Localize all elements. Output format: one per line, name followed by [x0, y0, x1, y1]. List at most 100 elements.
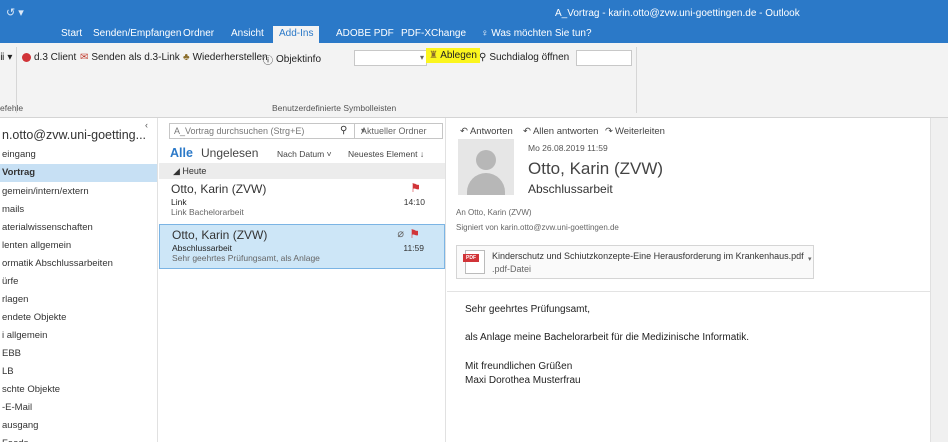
filter-unread[interactable]: Ungelesen — [201, 146, 258, 160]
reading-subject: Abschlussarbeit — [528, 182, 613, 196]
mail-search-input[interactable]: A_Vortrag durchsuchen (Strg+E) ⚲ — [169, 123, 355, 139]
pdf-file-icon: PDF — [463, 250, 485, 274]
d3-icon — [22, 53, 31, 62]
reading-pane: ↶ Antworten ↶ Allen antworten ↷ Weiterle… — [447, 118, 930, 442]
ribbon: ⅱ ▾ d.3 Client ✉ Senden als d.3-Link ♣ W… — [0, 43, 948, 118]
tab-send-receive[interactable]: Senden/Empfangen — [87, 26, 187, 43]
chevron-down-icon[interactable]: ▾ — [808, 255, 812, 263]
body-closing: Mit freundlichen Grüßen — [465, 361, 573, 372]
reply-icon: ↶ — [460, 126, 468, 137]
ribbon-tab-bar: Start Senden/Empfangen Ordner Ansicht Ad… — [0, 26, 948, 43]
folder-item[interactable]: ormatik Abschlussarbeiten — [2, 258, 113, 269]
ribbon-group-label-left: efehle — [0, 103, 24, 113]
message-subject: Abschlussarbeit — [172, 243, 233, 253]
folder-item[interactable]: lenten allgemein — [2, 240, 71, 251]
folder-item[interactable]: ausgang — [2, 420, 38, 431]
folder-item[interactable]: LB — [2, 366, 14, 377]
scrollbar[interactable] — [930, 118, 948, 442]
folder-item[interactable]: -E-Mail — [2, 402, 32, 413]
forward-button[interactable]: ↷ Weiterleiten — [605, 126, 665, 137]
message-list-pane: A_Vortrag durchsuchen (Strg+E) ⚲ Aktuell… — [159, 118, 446, 442]
paperclip-icon: ⌀ — [397, 228, 404, 240]
folder-item[interactable]: mails — [2, 204, 24, 215]
ablegen-label: Ablegen — [440, 50, 477, 61]
message-row-selected[interactable]: Otto, Karin (ZVW) ⌀ ⚑ Abschlussarbeit 11… — [159, 224, 445, 269]
folder-item[interactable]: i allgemein — [2, 330, 47, 341]
message-date: Mo 26.08.2019 11:59 — [528, 143, 608, 153]
send-d3-link-label: Senden als d.3-Link — [91, 52, 180, 63]
reply-label: Antworten — [469, 126, 513, 137]
search-icon[interactable]: ⚲ — [340, 125, 347, 136]
folder-item[interactable]: gemein/intern/extern — [2, 186, 89, 197]
search-dialog-button[interactable]: ⚲ Suchdialog öffnen — [479, 52, 569, 63]
flag-icon[interactable]: ⚑ — [410, 181, 421, 195]
pdf-badge: PDF — [463, 254, 479, 262]
search-scope-select[interactable]: Aktueller Ordner ▾ — [355, 123, 443, 139]
message-row[interactable]: Otto, Karin (ZVW) ⚑ Link 14:10 Link Bach… — [159, 179, 445, 224]
forward-label: Weiterleiten — [614, 126, 665, 137]
body-text: als Anlage meine Bachelorarbeit für die … — [465, 332, 750, 343]
folder-item[interactable]: endete Objekte — [2, 312, 66, 323]
reply-button[interactable]: ↶ Antworten — [460, 126, 513, 137]
filter-all[interactable]: Alle — [170, 146, 193, 160]
folder-item[interactable]: Feeds — [2, 438, 28, 442]
forward-icon: ↷ — [605, 126, 613, 137]
group-header-label: ◢ Heute — [173, 166, 207, 176]
ablegen-button[interactable]: ♜ Ablegen — [426, 48, 480, 63]
tab-add-ins[interactable]: Add-Ins — [273, 26, 320, 43]
send-link-icon: ✉ — [80, 52, 89, 63]
search-placeholder: A_Vortrag durchsuchen (Strg+E) — [174, 126, 305, 136]
send-d3-link-button[interactable]: ✉ Senden als d.3-Link — [80, 52, 180, 63]
folder-item[interactable]: schte Objekte — [2, 384, 60, 395]
body-greeting: Sehr geehrtes Prüfungsamt, — [465, 304, 591, 315]
chevron-down-icon: ▾ — [361, 126, 366, 135]
message-time: 11:59 — [403, 243, 424, 253]
sort-order[interactable]: Neuestes Element ↓ — [348, 149, 424, 159]
quick-access-toolbar[interactable]: ↺ ▾ — [6, 6, 24, 19]
ribbon-search-field[interactable] — [576, 50, 632, 66]
folder-item[interactable]: ürfe — [2, 276, 18, 287]
message-time: 14:10 — [403, 197, 425, 207]
lightbulb-icon: ♀ — [481, 28, 492, 39]
avatar-head — [476, 150, 496, 170]
sort-by-date[interactable]: Nach Datum ˅ — [277, 149, 332, 159]
group-header-today[interactable]: ◢ Heute — [159, 163, 445, 179]
account-name[interactable]: n.otto@zvw.uni-goetting... — [2, 128, 146, 142]
tab-start[interactable]: Start — [55, 26, 88, 43]
tab-pdf-xchange[interactable]: PDF-XChange — [395, 26, 472, 43]
reading-sender[interactable]: Otto, Karin (ZVW) — [528, 159, 663, 179]
flag-icon[interactable]: ⚑ — [409, 227, 420, 241]
objectinfo-label: Objektinfo — [276, 54, 322, 65]
restore-button[interactable]: ♣ Wiederherstellen — [183, 52, 268, 63]
ribbon-group-label: Benutzerdefinierte Symbolleisten — [272, 103, 397, 113]
tab-view[interactable]: Ansicht — [225, 26, 270, 43]
tab-folder[interactable]: Ordner — [177, 26, 220, 43]
chevron-down-icon: ▾ — [419, 53, 424, 62]
tell-me-label: Was möchten Sie tun? — [491, 28, 592, 39]
attachment[interactable]: PDF Kinderschutz und Schiutzkonzepte-Ein… — [456, 245, 814, 279]
folder-item[interactable]: Vortrag — [0, 164, 157, 182]
reply-all-button[interactable]: ↶ Allen antworten — [523, 126, 598, 137]
folder-item[interactable]: rlagen — [2, 294, 28, 305]
avatar-body — [467, 173, 505, 195]
tell-me-box[interactable]: ♀ Was möchten Sie tun? — [475, 26, 598, 43]
objectinfo-button[interactable]: ⓘ Objektinfo — [263, 52, 321, 67]
ribbon-left-stub[interactable]: ⅱ ▾ — [0, 52, 12, 63]
title-bar: ↺ ▾ A_Vortrag - karin.otto@zvw.uni-goett… — [0, 0, 948, 26]
folder-item[interactable]: aterialwissenschaften — [2, 222, 93, 233]
file-icon: ♜ — [429, 50, 438, 61]
message-preview: Sehr geehrtes Prüfungsamt, als Anlage — [172, 253, 320, 263]
body-signature: Maxi Dorothea Musterfrau — [465, 375, 581, 386]
message-subject: Link — [171, 197, 187, 207]
folder-pane: ‹ n.otto@zvw.uni-goetting... eingang Vort… — [0, 118, 158, 442]
restore-icon: ♣ — [183, 52, 190, 63]
ribbon-separator — [636, 47, 637, 113]
folder-item[interactable]: eingang — [2, 149, 36, 160]
tab-adobe-pdf[interactable]: ADOBE PDF — [330, 26, 400, 43]
d3-client-button[interactable]: d.3 Client — [22, 52, 76, 63]
restore-label: Wiederherstellen — [192, 52, 268, 63]
folder-item[interactable]: EBB — [2, 348, 21, 359]
reply-all-label: Allen antworten — [532, 126, 599, 137]
attachment-type: .pdf-Datei — [492, 264, 532, 274]
ribbon-combo[interactable]: ▾ — [354, 50, 427, 66]
